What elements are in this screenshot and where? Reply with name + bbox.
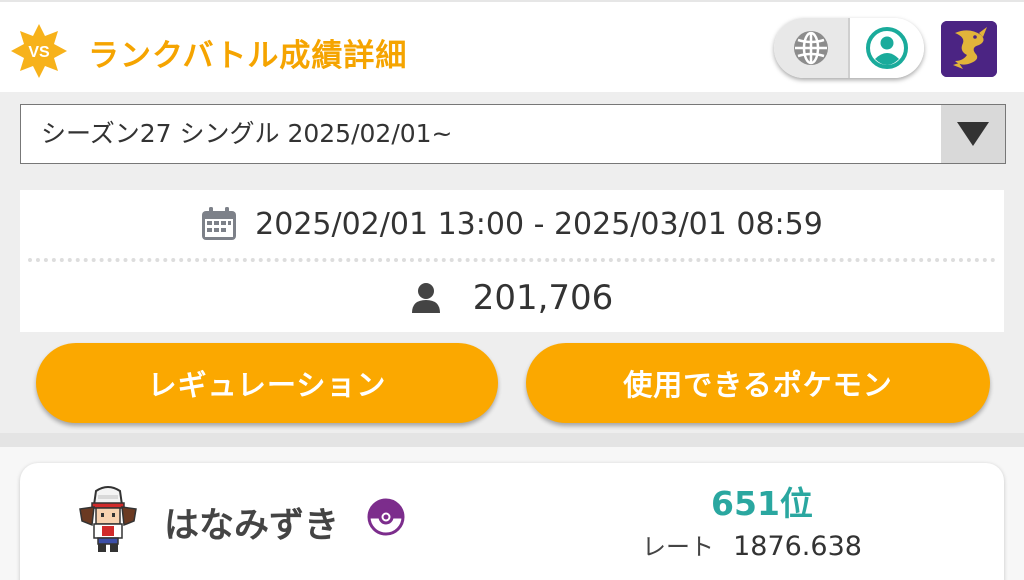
- period-row: 2025/02/01 13:00 - 2025/03/01 08:59: [20, 190, 1004, 258]
- regulation-button[interactable]: レギュレーション: [36, 343, 498, 423]
- season-select[interactable]: シーズン27 シングル 2025/02/01~: [20, 104, 1006, 164]
- dropdown-arrow-button[interactable]: [941, 105, 1005, 163]
- account-button[interactable]: [850, 18, 924, 78]
- dotted-divider: [28, 258, 996, 262]
- trainer-sprite-icon: [79, 486, 137, 552]
- profile-avatar[interactable]: [941, 21, 997, 77]
- globe-icon: [794, 31, 828, 65]
- season-period: 2025/02/01 13:00 - 2025/03/01 08:59: [255, 206, 823, 242]
- vs-badge-icon: VS: [11, 24, 67, 78]
- usable-pokemon-button[interactable]: 使用できるポケモン: [526, 343, 990, 423]
- person-icon: [411, 283, 440, 313]
- season-select-value: シーズン27 シングル 2025/02/01~: [41, 119, 453, 148]
- player-name: はなみずき: [164, 506, 340, 546]
- rate-row: レート 1876.638: [642, 527, 862, 562]
- language-button[interactable]: [774, 18, 850, 78]
- dragon-avatar-icon: [941, 21, 997, 77]
- calendar-icon: [202, 207, 237, 240]
- page-title: ランクバトル成績詳細: [88, 38, 408, 74]
- players-row: 201,706: [20, 264, 1004, 332]
- header-toggle-group: [774, 18, 924, 78]
- app-header: VS ランクバトル成績詳細: [0, 0, 1024, 92]
- triangle-down-icon: [957, 122, 989, 146]
- vs-badge-text: VS: [28, 44, 50, 61]
- section-divider: [0, 433, 1024, 447]
- ranking-card[interactable]: はなみずき 651位 レート 1876.638: [20, 463, 1004, 580]
- user-circle-icon: [866, 27, 908, 69]
- season-info-box: 2025/02/01 13:00 - 2025/03/01 08:59 201,…: [20, 190, 1004, 332]
- rank-value: 651位: [711, 484, 813, 523]
- rate-value: 1876.638: [733, 531, 862, 562]
- rate-label: レート: [642, 533, 714, 561]
- player-count: 201,706: [472, 278, 614, 318]
- master-ball-icon: [367, 498, 405, 536]
